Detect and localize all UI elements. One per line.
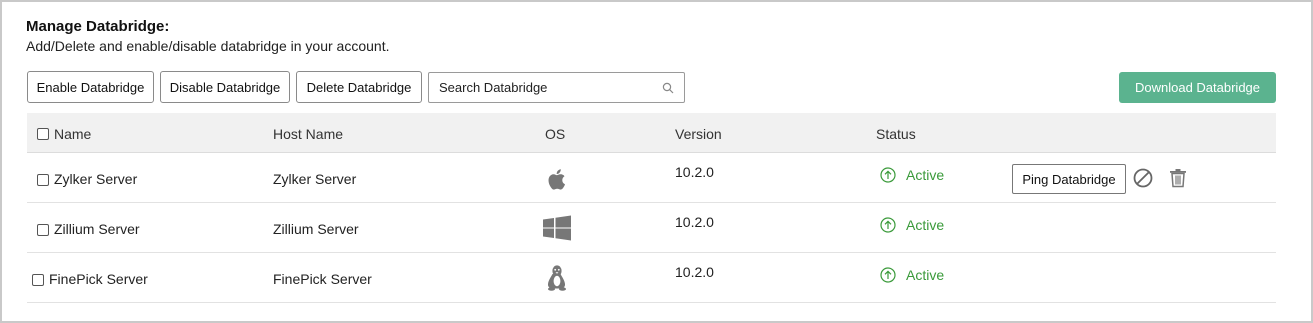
table-row: FinePick Server FinePick Server 10.2.0 A… [27, 253, 1276, 303]
windows-icon [543, 215, 571, 241]
row-name: Zillium Server [54, 221, 140, 237]
trash-icon[interactable] [1169, 168, 1187, 188]
row-host-name: Zillium Server [273, 221, 359, 237]
row-checkbox[interactable] [32, 274, 44, 286]
arrow-up-circle-icon [880, 167, 896, 183]
column-header-status[interactable]: Status [876, 126, 916, 142]
status-text: Active [906, 267, 945, 283]
arrow-up-circle-icon [880, 267, 896, 283]
page-subtitle: Add/Delete and enable/disable databridge… [26, 38, 390, 54]
enable-databridge-button[interactable]: Enable Databridge [27, 71, 154, 103]
delete-databridge-button[interactable]: Delete Databridge [296, 71, 422, 103]
row-version: 10.2.0 [675, 264, 714, 280]
status-text: Active [906, 217, 945, 233]
disable-databridge-button[interactable]: Disable Databridge [160, 71, 290, 103]
row-version: 10.2.0 [675, 164, 714, 180]
search-box [428, 72, 685, 103]
column-header-os[interactable]: OS [545, 126, 565, 142]
row-version: 10.2.0 [675, 214, 714, 230]
table-row: Zylker Server Zylker Server 10.2.0 Activ… [27, 153, 1276, 203]
download-databridge-button[interactable]: Download Databridge [1119, 72, 1276, 103]
arrow-up-circle-icon [880, 217, 896, 233]
row-host-name: Zylker Server [273, 171, 357, 187]
linux-icon [547, 265, 566, 291]
row-checkbox[interactable] [37, 224, 49, 236]
apple-icon [548, 169, 565, 190]
row-name: Zylker Server [54, 171, 138, 187]
disable-icon[interactable] [1133, 168, 1153, 188]
page-title: Manage Databridge: [26, 18, 170, 35]
status-text: Active [906, 167, 945, 183]
search-icon[interactable] [662, 82, 674, 94]
table-row: Zillium Server Zillium Server 10.2.0 Act… [27, 203, 1276, 253]
ping-databridge-button[interactable]: Ping Databridge [1012, 164, 1126, 194]
status-badge: Active [880, 217, 944, 233]
row-host-name: FinePick Server [273, 271, 372, 287]
column-header-host-name[interactable]: Host Name [273, 126, 343, 142]
status-badge: Active [880, 167, 944, 183]
search-input[interactable] [429, 73, 654, 102]
row-checkbox[interactable] [37, 174, 49, 186]
column-header-name[interactable]: Name [54, 126, 91, 142]
table-header: Name Host Name OS Version Status [27, 113, 1276, 153]
select-all-checkbox[interactable] [37, 128, 49, 140]
status-badge: Active [880, 267, 944, 283]
row-name: FinePick Server [49, 271, 148, 287]
manage-databridge-panel: Manage Databridge: Add/Delete and enable… [0, 0, 1313, 323]
column-header-version[interactable]: Version [675, 126, 722, 142]
